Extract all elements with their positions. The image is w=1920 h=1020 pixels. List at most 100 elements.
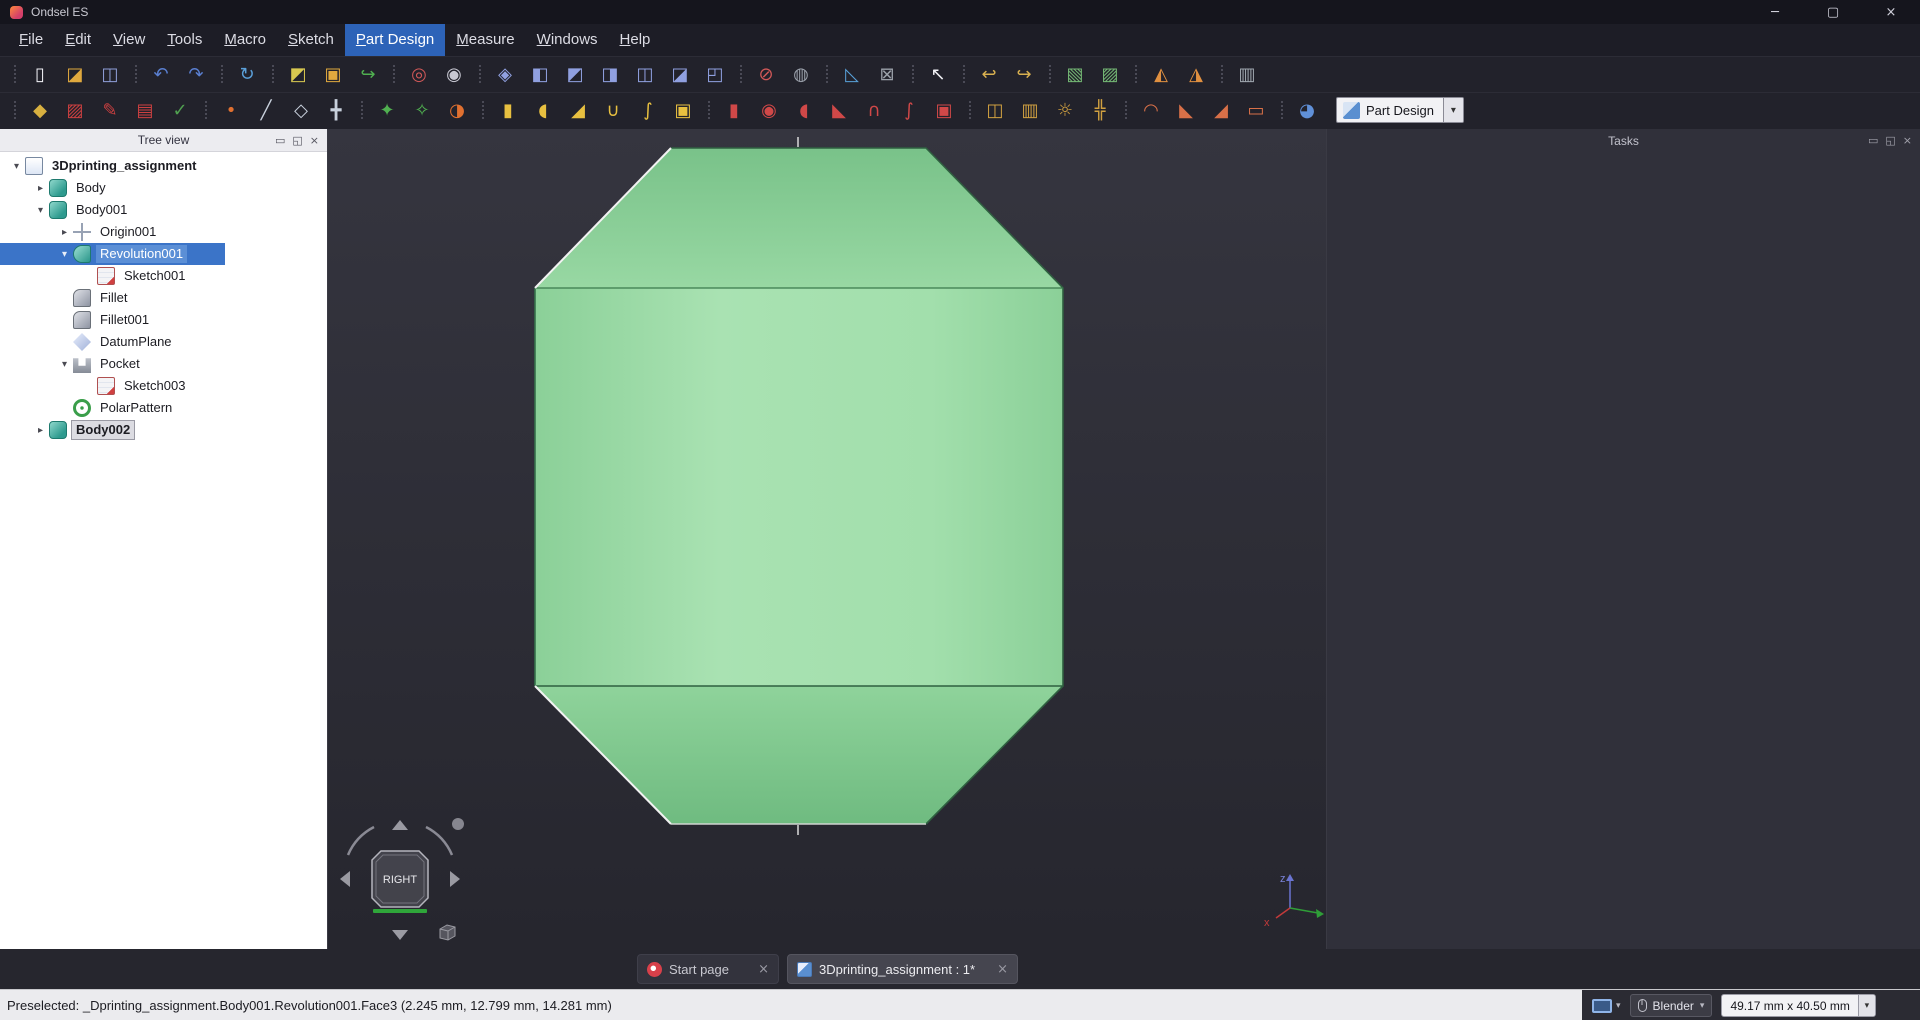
undo-button[interactable]: ↶ (135, 60, 177, 90)
revolution-button[interactable]: ◖ (527, 96, 559, 126)
create-part-button[interactable]: ◩ (272, 60, 314, 90)
groove-button[interactable]: ◖ (788, 96, 820, 126)
pad-button[interactable]: ▮ (482, 96, 524, 126)
clone-button[interactable]: ◑ (441, 96, 473, 126)
hole-button[interactable]: ◉ (753, 96, 785, 126)
additive-loft-button[interactable]: ◢ (562, 96, 594, 126)
menu-measure[interactable]: Measure (445, 24, 525, 56)
view-right-button[interactable]: ◨ (594, 60, 626, 90)
toggle-visibility-button[interactable]: ◭ (1135, 60, 1177, 90)
chevron-down-icon[interactable]: ▾ (1616, 1001, 1621, 1011)
tree-item-polar-pattern[interactable]: PolarPattern (0, 397, 327, 419)
box-element-selection-button[interactable]: ▧ (1049, 60, 1091, 90)
datum-point-button[interactable]: • (205, 96, 247, 126)
view-bottom-button[interactable]: ◪ (664, 60, 696, 90)
redo-button[interactable]: ↷ (180, 60, 212, 90)
subtractive-helix-button[interactable]: ∫ (893, 96, 925, 126)
tab-start-page[interactable]: Start page × (637, 954, 779, 984)
additive-pipe-button[interactable]: ∪ (597, 96, 629, 126)
draft-button[interactable]: ◢ (1205, 96, 1237, 126)
view-isometric-button[interactable]: ◈ (479, 60, 521, 90)
tree-item-root-document[interactable]: ▾ 3Dprinting_assignment (0, 155, 327, 177)
selection-back-button[interactable]: ↩ (963, 60, 1005, 90)
tree-item-origin001[interactable]: ▸ Origin001 (0, 221, 327, 243)
tree-item-body[interactable]: ▸ Body (0, 177, 327, 199)
nav-mini-cube-icon[interactable] (439, 924, 456, 941)
tree-item-fillet001[interactable]: Fillet001 (0, 309, 327, 331)
close-panel-icon[interactable]: × (310, 134, 319, 147)
3d-viewport-canvas[interactable]: RIGHT z y x (328, 129, 1326, 949)
navigation-style-selector[interactable]: Blender ▾ (1629, 994, 1713, 1017)
tree-item-body002[interactable]: ▸ Body002 (0, 419, 327, 441)
show-selection-button[interactable]: ◮ (1180, 60, 1212, 90)
close-tab-icon[interactable]: × (997, 962, 1008, 977)
thickness-button[interactable]: ▭ (1240, 96, 1272, 126)
menu-sketch[interactable]: Sketch (277, 24, 345, 56)
view-front-button[interactable]: ◧ (524, 60, 556, 90)
view-fit-selection-button[interactable]: ◉ (438, 60, 470, 90)
menu-windows[interactable]: Windows (526, 24, 609, 56)
menu-view[interactable]: View (102, 24, 156, 56)
tree-item-revolution001[interactable]: ▾ Revolution001 (0, 243, 327, 265)
edit-sketch-button[interactable]: ✎ (94, 96, 126, 126)
polar-pattern-button[interactable]: ☼ (1049, 96, 1081, 126)
tree-item-datum-plane[interactable]: DatumPlane (0, 331, 327, 353)
display-settings-button[interactable]: ▾ (1592, 998, 1621, 1013)
minimize-button[interactable]: ─ (1746, 0, 1804, 24)
view-rear-button[interactable]: ◫ (629, 60, 661, 90)
nav-cube-face-label[interactable]: RIGHT (383, 874, 418, 886)
validate-sketch-button[interactable]: ✓ (164, 96, 196, 126)
float-panel-icon[interactable]: ◱ (292, 134, 302, 147)
close-panel-icon[interactable]: × (1903, 134, 1912, 147)
linear-pattern-button[interactable]: ▥ (1014, 96, 1046, 126)
tree-item-body001[interactable]: ▾ Body001 (0, 199, 327, 221)
file-open-button[interactable]: ◪ (59, 60, 91, 90)
mirrored-button[interactable]: ◫ (969, 96, 1011, 126)
collapse-panel-icon[interactable]: ▭ (275, 134, 285, 147)
make-link-button[interactable]: ↪ (352, 60, 384, 90)
expand-arrow-icon[interactable]: ▾ (56, 249, 73, 260)
create-body-button[interactable]: ◆ (14, 96, 56, 126)
expand-arrow-icon[interactable]: ▸ (32, 183, 49, 194)
chevron-down-icon[interactable]: ▾ (1857, 995, 1875, 1016)
map-sketch-button[interactable]: ▤ (129, 96, 161, 126)
file-save-button[interactable]: ◫ (94, 60, 126, 90)
maximize-button[interactable]: ▢ (1804, 0, 1862, 24)
additive-helix-button[interactable]: ∫ (632, 96, 664, 126)
dimension-readout[interactable]: 49.17 mm x 40.50 mm ▾ (1721, 994, 1876, 1017)
subtractive-pipe-button[interactable]: ∩ (858, 96, 890, 126)
chevron-down-icon[interactable]: ▾ (1442, 98, 1463, 122)
selection-forward-button[interactable]: ↪ (1008, 60, 1040, 90)
menu-tools[interactable]: Tools (156, 24, 213, 56)
create-group-button[interactable]: ▣ (317, 60, 349, 90)
expand-arrow-icon[interactable]: ▾ (56, 359, 73, 370)
selection-filter-button[interactable]: ▥ (1221, 60, 1263, 90)
clear-measurement-button[interactable]: ⊠ (871, 60, 903, 90)
fillet-button[interactable]: ◠ (1125, 96, 1167, 126)
tab-document[interactable]: 3Dprinting_assignment : 1* × (787, 954, 1018, 984)
local-coordinate-system-button[interactable]: ╋ (320, 96, 352, 126)
shape-binder-button[interactable]: ✦ (361, 96, 403, 126)
measure-button[interactable]: ◺ (826, 60, 868, 90)
close-tab-icon[interactable]: × (758, 962, 769, 977)
whats-this-button[interactable]: ↖ (912, 60, 954, 90)
view-left-button[interactable]: ◰ (699, 60, 731, 90)
expand-arrow-icon[interactable]: ▸ (56, 227, 73, 238)
datum-line-button[interactable]: ╱ (250, 96, 282, 126)
model-cylindrical-face[interactable] (535, 288, 1063, 686)
draw-style-button[interactable]: ⊘ (740, 60, 782, 90)
sub-shape-binder-button[interactable]: ✧ (406, 96, 438, 126)
close-button[interactable]: × (1862, 0, 1920, 24)
expand-arrow-icon[interactable]: ▾ (8, 161, 25, 172)
nav-sphere-icon[interactable] (452, 818, 464, 830)
view-fit-all-button[interactable]: ◎ (393, 60, 435, 90)
3d-viewport[interactable]: RIGHT z y x (328, 129, 1326, 949)
chamfer-button[interactable]: ◣ (1170, 96, 1202, 126)
create-sketch-button[interactable]: ▨ (59, 96, 91, 126)
workbench-selector[interactable]: Part Design ▾ (1336, 97, 1464, 123)
refresh-button[interactable]: ↻ (221, 60, 263, 90)
model-revolution-solid[interactable] (534, 137, 1064, 835)
menu-edit[interactable]: Edit (54, 24, 102, 56)
tree-item-sketch001[interactable]: Sketch001 (0, 265, 327, 287)
expand-arrow-icon[interactable]: ▸ (32, 425, 49, 436)
